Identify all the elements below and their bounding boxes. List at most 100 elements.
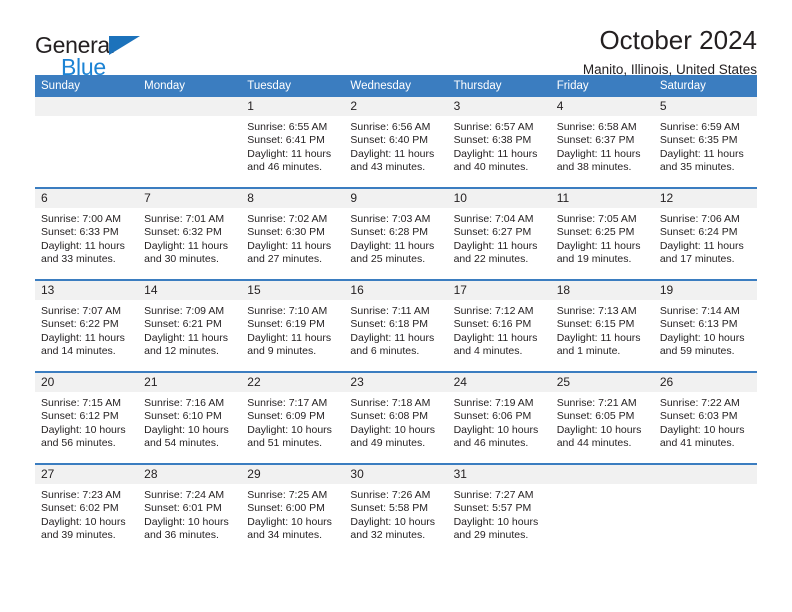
day-number: 27: [35, 465, 139, 484]
calendar-day-cell[interactable]: 24 Sunrise: 7:19 AM Sunset: 6:06 PM Dayligh…: [447, 371, 551, 464]
day-info-sunrise: Sunrise: 7:03 AM: [350, 213, 431, 225]
day-info-sunrise: Sunrise: 7:21 AM: [556, 397, 637, 409]
calendar-day-cell[interactable]: 28 Sunrise: 7:24 AM Sunset: 6:01 PM Dayligh…: [138, 463, 242, 555]
calendar-day-cell[interactable]: 2 Sunrise: 6:56 AM Sunset: 6:40 PM Daylight…: [344, 97, 448, 188]
day-sun-info: Sunrise: 7:22 AM Sunset: 6:03 PM Daylight:…: [654, 392, 757, 451]
day-number: [653, 465, 757, 484]
calendar-day-cell[interactable]: 27 Sunrise: 7:23 AM Sunset: 6:02 PM Dayligh…: [35, 463, 139, 555]
calendar-day-cell[interactable]: 15 Sunrise: 7:10 AM Sunset: 6:19 PM Dayligh…: [241, 279, 345, 372]
day-info-sunset: Sunset: 5:58 PM: [350, 502, 429, 515]
day-cell-body: 13 Sunrise: 7:07 AM Sunset: 6:22 PM Dayligh…: [35, 281, 139, 371]
day-number: 31: [447, 465, 551, 484]
day-info-sunrise: Sunrise: 7:27 AM: [453, 489, 534, 501]
calendar-day-cell[interactable]: 16 Sunrise: 7:11 AM Sunset: 6:18 PM Dayligh…: [344, 279, 448, 372]
day-info-daylightline2: and 25 minutes.: [350, 253, 426, 266]
day-cell-body: 28 Sunrise: 7:24 AM Sunset: 6:01 PM Dayligh…: [138, 465, 242, 555]
calendar-day-cell[interactable]: 9 Sunrise: 7:03 AM Sunset: 6:28 PM Daylight…: [344, 187, 448, 280]
calendar-day-cell[interactable]: 26 Sunrise: 7:22 AM Sunset: 6:03 PM Dayligh…: [653, 371, 757, 464]
calendar-day-cell[interactable]: 12 Sunrise: 7:06 AM Sunset: 6:24 PM Dayligh…: [653, 187, 757, 280]
day-info-daylightline1: Daylight: 11 hours: [247, 331, 332, 344]
day-sun-info: Sunrise: 7:07 AM Sunset: 6:22 PM Daylight:…: [35, 300, 138, 359]
day-info-sunrise: Sunrise: 7:17 AM: [247, 397, 328, 409]
day-sun-info: Sunrise: 7:00 AM Sunset: 6:33 PM Daylight:…: [35, 208, 138, 267]
calendar-day-cell[interactable]: 14 Sunrise: 7:09 AM Sunset: 6:21 PM Dayligh…: [138, 279, 242, 372]
day-info-daylightline1: Daylight: 11 hours: [41, 331, 125, 344]
calendar-day-cell[interactable]: 17 Sunrise: 7:12 AM Sunset: 6:16 PM Dayligh…: [447, 279, 551, 372]
calendar-day-cell[interactable]: 18 Sunrise: 7:13 AM Sunset: 6:15 PM Dayligh…: [550, 279, 654, 372]
day-info-sunset: Sunset: 6:10 PM: [144, 410, 222, 423]
day-info-sunrise: Sunrise: 7:24 AM: [144, 489, 225, 501]
day-sun-info: Sunrise: 7:12 AM Sunset: 6:16 PM Daylight:…: [448, 300, 551, 359]
day-info-daylightline1: Daylight: 10 hours: [659, 423, 745, 436]
day-sun-info: Sunrise: 6:55 AM Sunset: 6:41 PM Daylight:…: [241, 116, 344, 175]
day-info-daylightline2: and 6 minutes.: [350, 345, 420, 358]
day-cell-body: 7 Sunrise: 7:01 AM Sunset: 6:32 PM Daylight…: [138, 189, 242, 279]
calendar-day-cell[interactable]: 1 Sunrise: 6:55 AM Sunset: 6:41 PM Daylight…: [241, 97, 345, 188]
day-sun-info: Sunrise: 7:24 AM Sunset: 6:01 PM Daylight:…: [138, 484, 241, 543]
calendar-day-cell[interactable]: 7 Sunrise: 7:01 AM Sunset: 6:32 PM Daylight…: [138, 187, 242, 280]
day-number: 20: [35, 373, 139, 392]
day-info-sunset: Sunset: 6:37 PM: [556, 134, 635, 147]
title-block: October 2024 Manito, Illinois, United St…: [583, 25, 757, 77]
calendar-day-cell-empty: [550, 463, 654, 555]
calendar-day-cell[interactable]: 20 Sunrise: 7:15 AM Sunset: 6:12 PM Dayligh…: [35, 371, 139, 464]
calendar-week-row: 27 Sunrise: 7:23 AM Sunset: 6:02 PM Dayligh…: [35, 463, 757, 555]
day-info-sunset: Sunset: 6:25 PM: [556, 226, 635, 239]
page-header: General Blue October 2024 Manito, Illino…: [35, 0, 757, 80]
day-info-daylightline1: Daylight: 11 hours: [41, 239, 125, 252]
day-cell-body: 22 Sunrise: 7:17 AM Sunset: 6:09 PM Dayligh…: [241, 373, 345, 463]
calendar-day-cell[interactable]: 21 Sunrise: 7:16 AM Sunset: 6:10 PM Dayligh…: [138, 371, 242, 464]
day-info-sunset: Sunset: 6:28 PM: [350, 226, 429, 239]
calendar-day-cell[interactable]: 3 Sunrise: 6:57 AM Sunset: 6:38 PM Daylight…: [447, 97, 551, 188]
calendar-day-cell[interactable]: 8 Sunrise: 7:02 AM Sunset: 6:30 PM Daylight…: [241, 187, 345, 280]
day-info-daylightline2: and 1 minute.: [556, 345, 621, 358]
calendar-day-cell[interactable]: 11 Sunrise: 7:05 AM Sunset: 6:25 PM Dayligh…: [550, 187, 654, 280]
day-sun-info: Sunrise: 7:11 AM Sunset: 6:18 PM Daylight:…: [344, 300, 447, 359]
calendar-week-row: 20 Sunrise: 7:15 AM Sunset: 6:12 PM Dayligh…: [35, 371, 757, 464]
day-cell-body: 4 Sunrise: 6:58 AM Sunset: 6:37 PM Daylight…: [550, 97, 654, 187]
day-number: 23: [344, 373, 448, 392]
day-number: 1: [241, 97, 345, 116]
calendar-day-cell[interactable]: 25 Sunrise: 7:21 AM Sunset: 6:05 PM Dayligh…: [550, 371, 654, 464]
day-cell-body: 9 Sunrise: 7:03 AM Sunset: 6:28 PM Daylight…: [344, 189, 448, 279]
day-info-sunset: Sunset: 5:57 PM: [453, 502, 532, 515]
day-info-sunset: Sunset: 6:15 PM: [556, 318, 635, 331]
day-number: 2: [344, 97, 448, 116]
calendar-day-cell[interactable]: 29 Sunrise: 7:25 AM Sunset: 6:00 PM Dayligh…: [241, 463, 345, 555]
calendar-day-cell[interactable]: 23 Sunrise: 7:18 AM Sunset: 6:08 PM Dayligh…: [344, 371, 448, 464]
day-info-sunrise: Sunrise: 7:09 AM: [144, 305, 225, 317]
weekday-header-tuesday: Tuesday: [241, 75, 345, 97]
calendar-day-cell[interactable]: 10 Sunrise: 7:04 AM Sunset: 6:27 PM Dayligh…: [447, 187, 551, 280]
day-info-sunrise: Sunrise: 7:16 AM: [144, 397, 225, 409]
day-cell-body: 20 Sunrise: 7:15 AM Sunset: 6:12 PM Dayligh…: [35, 373, 139, 463]
calendar-day-cell[interactable]: 30 Sunrise: 7:26 AM Sunset: 5:58 PM Dayligh…: [344, 463, 448, 555]
day-info-daylightline1: Daylight: 10 hours: [350, 423, 436, 436]
day-info-daylightline1: Daylight: 11 hours: [144, 239, 228, 252]
weekday-header-monday: Monday: [138, 75, 242, 97]
calendar-day-cell[interactable]: 6 Sunrise: 7:00 AM Sunset: 6:33 PM Daylight…: [35, 187, 139, 280]
calendar-day-cell-empty: [138, 97, 242, 188]
calendar-day-cell[interactable]: 13 Sunrise: 7:07 AM Sunset: 6:22 PM Dayligh…: [35, 279, 139, 372]
day-number: 22: [241, 373, 345, 392]
day-info-daylightline1: Daylight: 11 hours: [453, 331, 538, 344]
day-info-daylightline1: Daylight: 11 hours: [556, 331, 641, 344]
day-cell-body: 1 Sunrise: 6:55 AM Sunset: 6:41 PM Daylight…: [241, 97, 345, 187]
calendar-day-cell[interactable]: 5 Sunrise: 6:59 AM Sunset: 6:35 PM Daylight…: [653, 97, 757, 188]
calendar-day-cell[interactable]: 31 Sunrise: 7:27 AM Sunset: 5:57 PM Dayligh…: [447, 463, 551, 555]
day-sun-info: Sunrise: 6:56 AM Sunset: 6:40 PM Daylight:…: [344, 116, 447, 175]
day-sun-info: Sunrise: 7:15 AM Sunset: 6:12 PM Daylight:…: [35, 392, 138, 451]
day-sun-info: Sunrise: 7:26 AM Sunset: 5:58 PM Daylight:…: [344, 484, 447, 543]
calendar-body: 1 Sunrise: 6:55 AM Sunset: 6:41 PM Daylight…: [35, 97, 757, 555]
calendar-day-cell[interactable]: 19 Sunrise: 7:14 AM Sunset: 6:13 PM Dayligh…: [653, 279, 757, 372]
day-cell-body: 16 Sunrise: 7:11 AM Sunset: 6:18 PM Dayligh…: [344, 281, 448, 371]
day-number: 17: [447, 281, 551, 300]
day-number: 18: [550, 281, 654, 300]
day-sun-info: Sunrise: 7:25 AM Sunset: 6:00 PM Daylight:…: [241, 484, 344, 543]
weekday-header-row: Sunday Monday Tuesday Wednesday Thursday…: [35, 75, 757, 97]
day-sun-info: Sunrise: 6:58 AM Sunset: 6:37 PM Daylight:…: [551, 116, 654, 175]
day-number: 14: [138, 281, 242, 300]
calendar-day-cell[interactable]: 4 Sunrise: 6:58 AM Sunset: 6:37 PM Daylight…: [550, 97, 654, 188]
calendar-day-cell[interactable]: 22 Sunrise: 7:17 AM Sunset: 6:09 PM Dayligh…: [241, 371, 345, 464]
day-cell-body: 24 Sunrise: 7:19 AM Sunset: 6:06 PM Dayligh…: [447, 373, 551, 463]
day-number: 15: [241, 281, 345, 300]
